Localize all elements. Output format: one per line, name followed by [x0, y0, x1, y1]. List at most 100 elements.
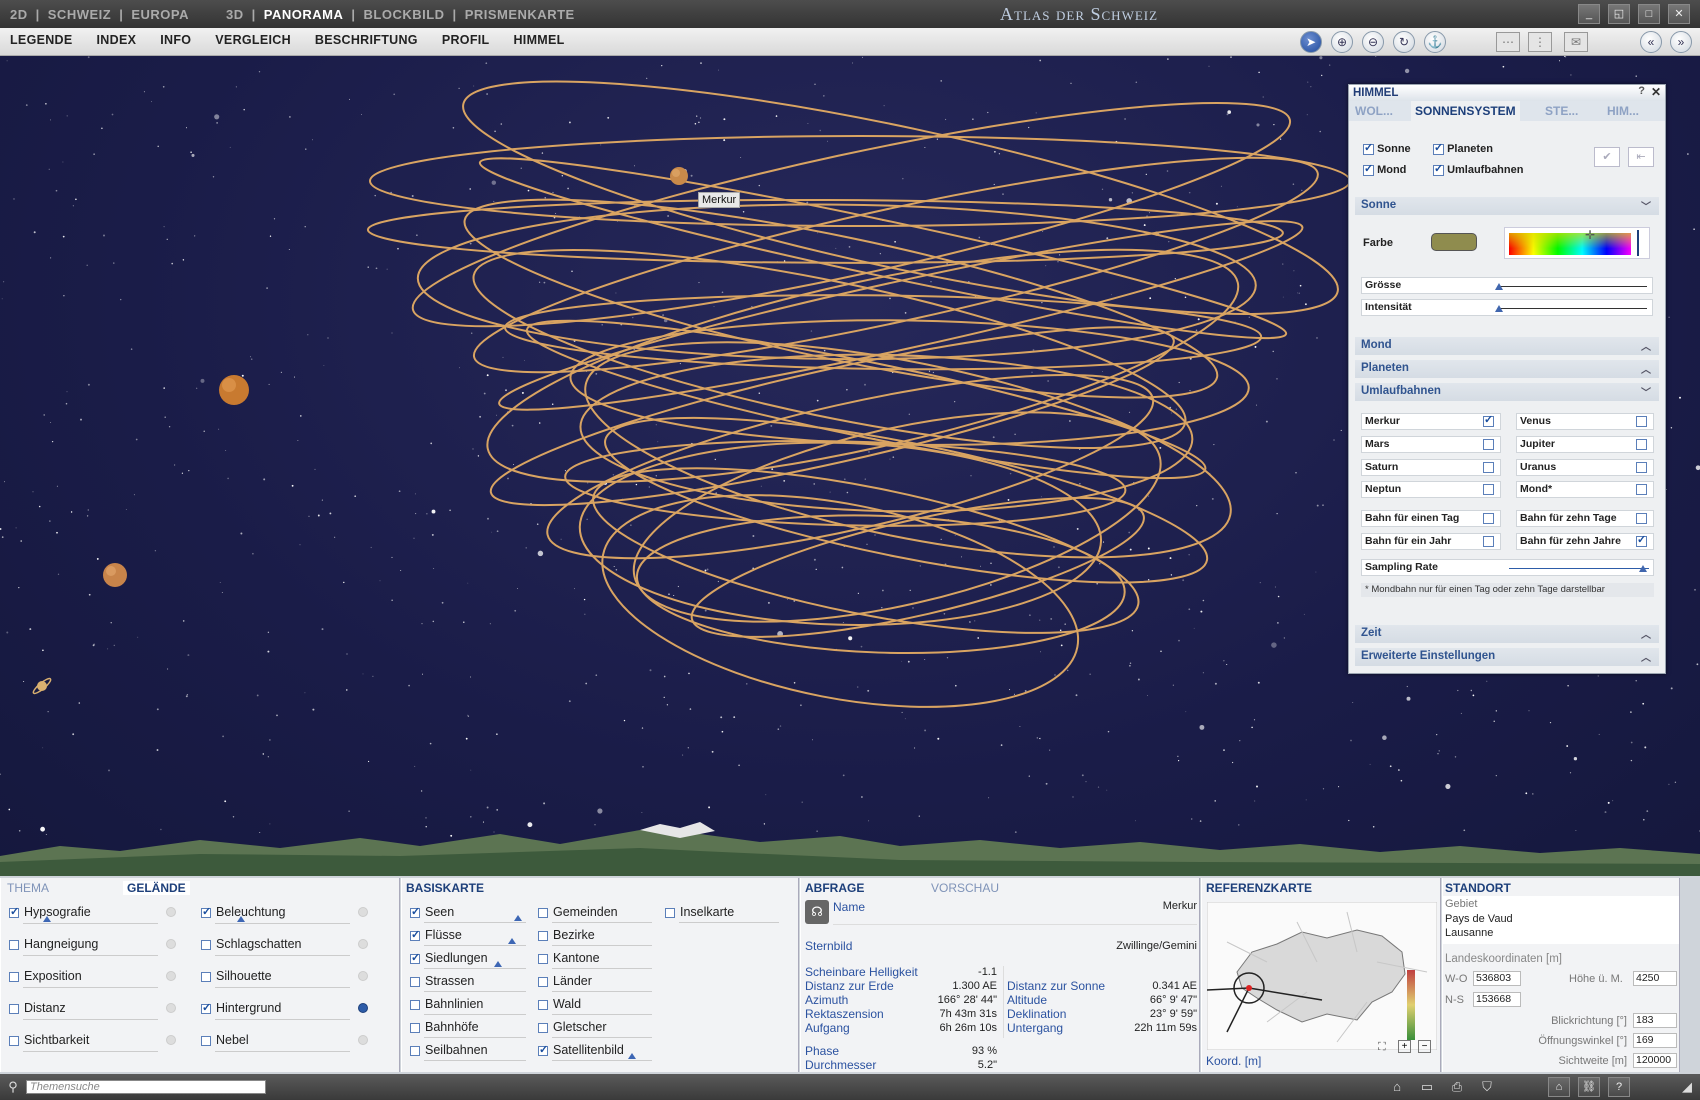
layer-laender[interactable]: Länder — [538, 974, 592, 988]
layer-exposition[interactable]: Exposition — [9, 969, 82, 983]
intensitaet-slider[interactable] — [1499, 308, 1647, 309]
info-toggle[interactable] — [358, 971, 368, 981]
info-toggle[interactable] — [358, 1035, 368, 1045]
hoehe-input[interactable]: 4250 — [1633, 971, 1677, 986]
section-erweitert[interactable]: Erweiterte Einstellungen ︿ — [1355, 648, 1659, 666]
nav-2d[interactable]: 2D — [10, 7, 28, 22]
fullscreen-icon[interactable]: ⛶ — [1378, 1041, 1386, 1054]
orbit-venus[interactable]: Venus — [1516, 413, 1654, 430]
info-toggle[interactable] — [358, 1003, 368, 1013]
wo-input[interactable]: 536803 — [1473, 971, 1521, 986]
check-all-icon[interactable]: ✔ — [1594, 147, 1620, 167]
layer-hangneigung[interactable]: Hangneigung — [9, 937, 98, 951]
tab-gelaende[interactable]: GELÄNDE — [123, 881, 190, 895]
info-toggle[interactable] — [166, 907, 176, 917]
section-planeten[interactable]: Planeten ︿ — [1355, 360, 1659, 378]
orbit-neptun[interactable]: Neptun — [1361, 481, 1501, 498]
intensitaet-slider-thumb[interactable] — [1495, 305, 1503, 312]
section-umlaufbahnen[interactable]: Umlaufbahnen ﹀ — [1355, 383, 1659, 401]
color-picker[interactable]: ✛ — [1504, 227, 1650, 259]
section-zeit[interactable]: Zeit ︿ — [1355, 625, 1659, 643]
sampling-rate-thumb[interactable] — [1639, 565, 1647, 572]
planet-mercury[interactable] — [670, 167, 688, 185]
tab-sterne[interactable]: STE... — [1545, 104, 1578, 118]
maximize-icon[interactable]: □ — [1638, 4, 1660, 24]
pointer-icon[interactable]: ➤ — [1300, 31, 1322, 53]
menu-vergleich[interactable]: VERGLEICH — [215, 33, 291, 47]
nav-schweiz[interactable]: SCHWEIZ — [48, 7, 111, 22]
layer-gletscher[interactable]: Gletscher — [538, 1020, 607, 1034]
nav-europa[interactable]: EUROPA — [131, 7, 189, 22]
tab-vorschau[interactable]: VORSCHAU — [931, 881, 999, 895]
menu-beschriftung[interactable]: BESCHRIFTUNG — [315, 33, 418, 47]
menu-himmel[interactable]: HIMMEL — [513, 33, 564, 47]
layer-inselkarte[interactable]: Inselkarte — [665, 905, 734, 919]
expand-right-icon[interactable]: » — [1670, 31, 1692, 53]
sampling-rate-slider[interactable] — [1509, 568, 1649, 569]
restore-icon[interactable]: ◱ — [1608, 4, 1630, 24]
split-horizontal-icon[interactable]: ⋯ — [1496, 32, 1520, 52]
planet-saturn[interactable] — [32, 677, 53, 696]
layer-siedlungen[interactable]: Siedlungen — [410, 951, 488, 965]
oeff-input[interactable]: 169 — [1633, 1033, 1677, 1048]
collapse-left-icon[interactable]: « — [1640, 31, 1662, 53]
info-toggle[interactable] — [358, 939, 368, 949]
color-swatch[interactable] — [1431, 233, 1477, 251]
ns-input[interactable]: 153668 — [1473, 992, 1521, 1007]
menu-profil[interactable]: PROFIL — [442, 33, 490, 47]
zoom-out-icon[interactable]: − — [1418, 1040, 1431, 1053]
orbit-saturn[interactable]: Saturn — [1361, 459, 1501, 476]
help-icon[interactable]: ? — [1608, 1077, 1630, 1097]
menu-info[interactable]: INFO — [160, 33, 191, 47]
nav-panorama[interactable]: PANORAMA — [264, 7, 344, 22]
toggle-sonne[interactable]: Sonne — [1363, 141, 1411, 155]
menu-legende[interactable]: LEGENDE — [10, 33, 73, 47]
nav-3d[interactable]: 3D — [226, 7, 244, 22]
toggle-planeten[interactable]: Planeten — [1433, 141, 1493, 155]
layer-kantone[interactable]: Kantone — [538, 951, 600, 965]
section-sonne[interactable]: Sonne ﹀ — [1355, 197, 1659, 215]
zoom-in-icon[interactable]: + — [1398, 1040, 1411, 1053]
minimize-icon[interactable]: _ — [1578, 4, 1600, 24]
orbit-merkur[interactable]: Merkur — [1361, 413, 1501, 430]
zoom-out-icon[interactable]: ⊖ — [1362, 31, 1384, 53]
groesse-slider-thumb[interactable] — [1495, 283, 1503, 290]
section-mond[interactable]: Mond ︿ — [1355, 337, 1659, 355]
info-toggle[interactable] — [166, 1035, 176, 1045]
info-toggle[interactable] — [166, 971, 176, 981]
tab-wolken[interactable]: WOL... — [1355, 104, 1393, 118]
orbit-ein-tag[interactable]: Bahn für einen Tag — [1361, 510, 1501, 527]
info-toggle[interactable] — [166, 939, 176, 949]
planet-jupiter[interactable] — [103, 563, 127, 587]
close-icon[interactable]: ✕ — [1651, 85, 1661, 99]
viewpoint-icon[interactable]: ⚓ — [1424, 31, 1446, 53]
resize-grip-icon[interactable]: ◢ — [1678, 1078, 1696, 1096]
orbit-zehn-jahre[interactable]: Bahn für zehn Jahre — [1516, 533, 1654, 550]
search-input[interactable]: Themensuche — [26, 1080, 266, 1094]
layer-satellitenbild[interactable]: Satellitenbild — [538, 1043, 624, 1057]
close-icon[interactable]: ✕ — [1668, 4, 1690, 24]
groesse-slider[interactable] — [1499, 286, 1647, 287]
menu-index[interactable]: INDEX — [97, 33, 137, 47]
tab-thema[interactable]: THEMA — [7, 881, 49, 895]
nav-prismenkarte[interactable]: PRISMENKARTE — [465, 7, 575, 22]
layer-strassen[interactable]: Strassen — [410, 974, 474, 988]
info-toggle[interactable] — [358, 907, 368, 917]
layer-nebel[interactable]: Nebel — [201, 1033, 249, 1047]
orbit-mond[interactable]: Mond* — [1516, 481, 1654, 498]
reset-icon[interactable]: ⇤ — [1628, 147, 1654, 167]
blick-input[interactable]: 183 — [1633, 1013, 1677, 1028]
sicht-input[interactable]: 120000 — [1633, 1053, 1677, 1068]
toggle-mond[interactable]: Mond — [1363, 162, 1406, 176]
badge-icon[interactable]: ⛉ — [1478, 1078, 1496, 1096]
home-icon[interactable]: ⌂ — [1548, 1077, 1570, 1097]
layer-seilbahnen[interactable]: Seilbahnen — [410, 1043, 488, 1057]
rotate-icon[interactable]: ↻ — [1393, 31, 1415, 53]
layer-schlagschatten[interactable]: Schlagschatten — [201, 937, 301, 951]
help-icon[interactable]: ? — [1638, 85, 1645, 97]
layer-wald[interactable]: Wald — [538, 997, 581, 1011]
layer-hintergrund[interactable]: Hintergrund — [201, 1001, 281, 1015]
layer-sichtbarkeit[interactable]: Sichtbarkeit — [9, 1033, 89, 1047]
tab-himmel[interactable]: HIM... — [1607, 104, 1639, 118]
layer-bahnhoefe[interactable]: Bahnhöfe — [410, 1020, 479, 1034]
